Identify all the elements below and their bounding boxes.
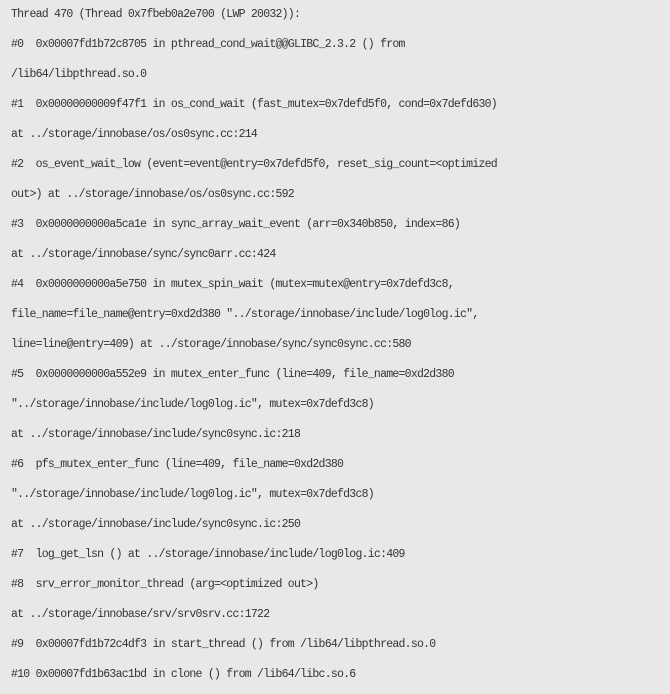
code-line: /lib64/libpthread.so.0 [11,68,147,81]
code-line: at ../storage/innobase/os/os0sync.cc:214 [11,128,258,141]
code-line: #0 0x00007fd1b72c8705 in pthread_cond_wa… [11,38,405,51]
code-line: #3 0x0000000000a5ca1e in sync_array_wait… [11,218,461,231]
code-line: #9 0x00007fd1b72c4df3 in start_thread ()… [11,638,436,651]
code-line: #1 0x00000000009f47f1 in os_cond_wait (f… [11,98,498,111]
code-line: line=line@entry=409) at ../storage/innob… [11,338,412,351]
code-block: Thread 470 (Thread 0x7fbeb0a2e700 (LWP 2… [0,0,670,694]
code-line: file_name=file_name@entry=0xd2d380 "../s… [11,308,479,321]
code-line: at ../storage/innobase/sync/sync0arr.cc:… [11,248,276,261]
code-line: "../storage/innobase/include/log0log.ic"… [11,398,375,411]
code-line: #10 0x00007fd1b63ac1bd in clone () from … [11,668,356,681]
code-line: #4 0x0000000000a5e750 in mutex_spin_wait… [11,278,455,291]
code-line: Thread 470 (Thread 0x7fbeb0a2e700 (LWP 2… [11,8,301,21]
code-line: #5 0x0000000000a552e9 in mutex_enter_fun… [11,368,455,381]
code-line: at ../storage/innobase/include/sync0sync… [11,428,301,441]
code-line: "../storage/innobase/include/log0log.ic"… [11,488,375,501]
code-line: at ../storage/innobase/srv/srv0srv.cc:17… [11,608,270,621]
code-line: at ../storage/innobase/include/sync0sync… [11,518,301,531]
code-line: #7 log_get_lsn () at ../storage/innobase… [11,548,405,561]
code-line: #2 os_event_wait_low (event=event@entry=… [11,158,498,171]
code-line: out>) at ../storage/innobase/os/os0sync.… [11,188,295,201]
code-line: #8 srv_error_monitor_thread (arg=<optimi… [11,578,319,591]
code-line: #6 pfs_mutex_enter_func (line=409, file_… [11,458,344,471]
